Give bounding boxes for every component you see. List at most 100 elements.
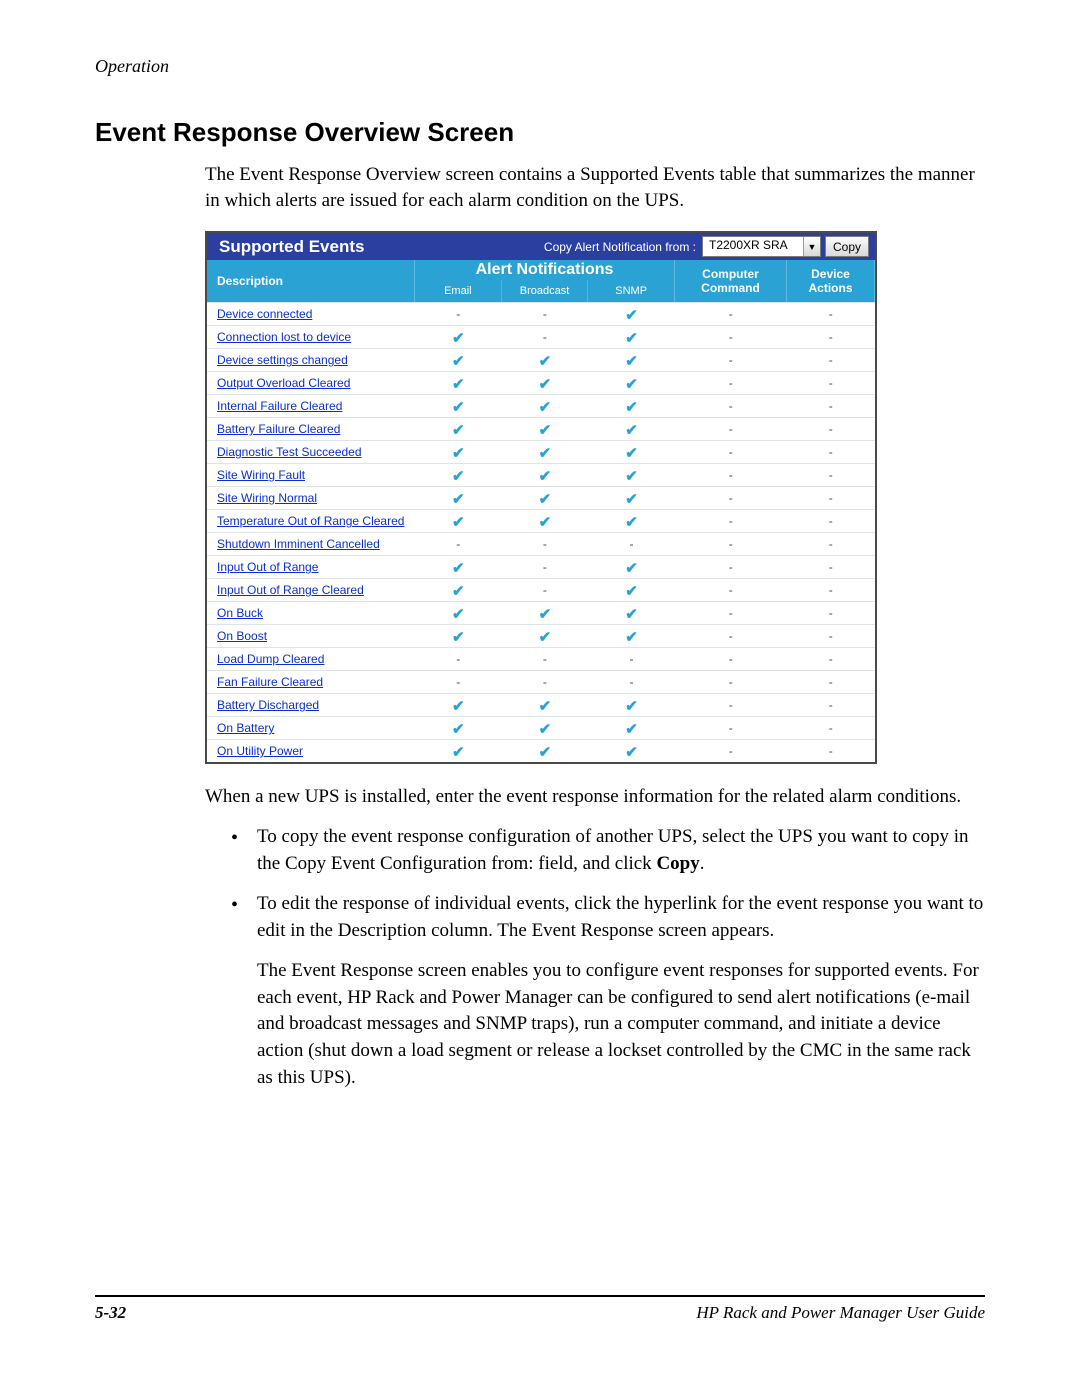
cell-act: - (787, 491, 875, 505)
cell-email: ✔ (415, 583, 502, 598)
check-icon: ✔ (539, 699, 552, 714)
table-row: Device connected--✔-- (207, 302, 875, 325)
event-link[interactable]: Battery Failure Cleared (217, 422, 340, 436)
cell-snmp: ✔ (588, 629, 675, 644)
cell-broadcast: ✔ (502, 376, 589, 391)
event-link[interactable]: Site Wiring Normal (217, 491, 317, 505)
event-link[interactable]: Load Dump Cleared (217, 652, 324, 666)
event-link[interactable]: Shutdown Imminent Cancelled (217, 537, 380, 551)
cell-act: - (787, 744, 875, 758)
event-link[interactable]: On Buck (217, 606, 263, 620)
check-icon: ✔ (625, 699, 638, 714)
check-icon: ✔ (625, 515, 638, 530)
cell-act: - (787, 537, 875, 551)
check-icon: ✔ (452, 377, 465, 392)
check-icon: ✔ (452, 584, 465, 599)
event-description: On Buck (207, 606, 415, 620)
cell-email: - (415, 675, 502, 689)
check-icon: ✔ (625, 423, 638, 438)
cell-cmd: - (675, 583, 787, 597)
check-icon: ✔ (625, 630, 638, 645)
cell-snmp: ✔ (588, 491, 675, 506)
copy-button[interactable]: Copy (825, 236, 869, 257)
cell-cmd: - (675, 422, 787, 436)
cell-cmd: - (675, 376, 787, 390)
cell-broadcast: ✔ (502, 445, 589, 460)
cell-broadcast: - (502, 307, 589, 321)
table-row: Fan Failure Cleared----- (207, 670, 875, 693)
cell-act: - (787, 399, 875, 413)
check-icon: ✔ (539, 354, 552, 369)
after-paragraph: When a new UPS is installed, enter the e… (205, 784, 985, 810)
event-description: Diagnostic Test Succeeded (207, 445, 415, 459)
event-link[interactable]: Connection lost to device (217, 330, 351, 344)
col-device-actions: Device Actions (787, 260, 875, 302)
event-link[interactable]: Battery Discharged (217, 698, 319, 712)
event-link[interactable]: Internal Failure Cleared (217, 399, 342, 413)
cell-email: ✔ (415, 376, 502, 391)
cell-email: ✔ (415, 629, 502, 644)
check-icon: ✔ (452, 607, 465, 622)
cell-snmp: ✔ (588, 560, 675, 575)
cell-snmp: ✔ (588, 353, 675, 368)
event-link[interactable]: On Boost (217, 629, 267, 643)
cell-act: - (787, 698, 875, 712)
cell-snmp: - (588, 652, 675, 666)
event-link[interactable]: Diagnostic Test Succeeded (217, 445, 362, 459)
col-broadcast: Broadcast (502, 280, 589, 302)
check-icon: ✔ (452, 331, 465, 346)
chevron-down-icon[interactable]: ▼ (803, 237, 820, 256)
event-link[interactable]: Temperature Out of Range Cleared (217, 514, 404, 528)
event-link[interactable]: Input Out of Range (217, 560, 318, 574)
table-row: Temperature Out of Range Cleared✔✔✔-- (207, 509, 875, 532)
check-icon: ✔ (452, 446, 465, 461)
event-description: On Boost (207, 629, 415, 643)
cell-cmd: - (675, 606, 787, 620)
table-row: Shutdown Imminent Cancelled----- (207, 532, 875, 555)
copy-from-dropdown[interactable]: T2200XR SRA ▼ (702, 236, 821, 257)
event-link[interactable]: Input Out of Range Cleared (217, 583, 364, 597)
cell-act: - (787, 468, 875, 482)
cell-broadcast: ✔ (502, 399, 589, 414)
panel-title: Supported Events (219, 237, 544, 257)
cell-broadcast: ✔ (502, 468, 589, 483)
check-icon: ✔ (625, 561, 638, 576)
cell-broadcast: - (502, 652, 589, 666)
col-snmp: SNMP (588, 280, 674, 302)
event-link[interactable]: Device settings changed (217, 353, 348, 367)
cell-broadcast: ✔ (502, 744, 589, 759)
event-link[interactable]: On Battery (217, 721, 274, 735)
check-icon: ✔ (625, 308, 638, 323)
cell-email: - (415, 652, 502, 666)
cell-act: - (787, 514, 875, 528)
table-row: Battery Failure Cleared✔✔✔-- (207, 417, 875, 440)
table-row: Input Out of Range Cleared✔-✔-- (207, 578, 875, 601)
page-title: Event Response Overview Screen (95, 117, 985, 148)
check-icon: ✔ (625, 745, 638, 760)
cell-cmd: - (675, 652, 787, 666)
cell-email: ✔ (415, 468, 502, 483)
cell-act: - (787, 560, 875, 574)
cell-cmd: - (675, 330, 787, 344)
check-icon: ✔ (625, 400, 638, 415)
cell-broadcast: ✔ (502, 721, 589, 736)
cell-snmp: ✔ (588, 376, 675, 391)
table-row: Connection lost to device✔-✔-- (207, 325, 875, 348)
event-link[interactable]: Device connected (217, 307, 312, 321)
check-icon: ✔ (452, 745, 465, 760)
cell-email: ✔ (415, 744, 502, 759)
check-icon: ✔ (452, 561, 465, 576)
event-link[interactable]: Output Overload Cleared (217, 376, 350, 390)
event-link[interactable]: On Utility Power (217, 744, 303, 758)
cell-email: ✔ (415, 422, 502, 437)
cell-cmd: - (675, 560, 787, 574)
cell-email: ✔ (415, 698, 502, 713)
cell-cmd: - (675, 468, 787, 482)
check-icon: ✔ (625, 607, 638, 622)
event-description: Site Wiring Fault (207, 468, 415, 482)
event-link[interactable]: Fan Failure Cleared (217, 675, 323, 689)
cell-email: ✔ (415, 560, 502, 575)
check-icon: ✔ (452, 423, 465, 438)
event-link[interactable]: Site Wiring Fault (217, 468, 305, 482)
col-email: Email (415, 280, 502, 302)
